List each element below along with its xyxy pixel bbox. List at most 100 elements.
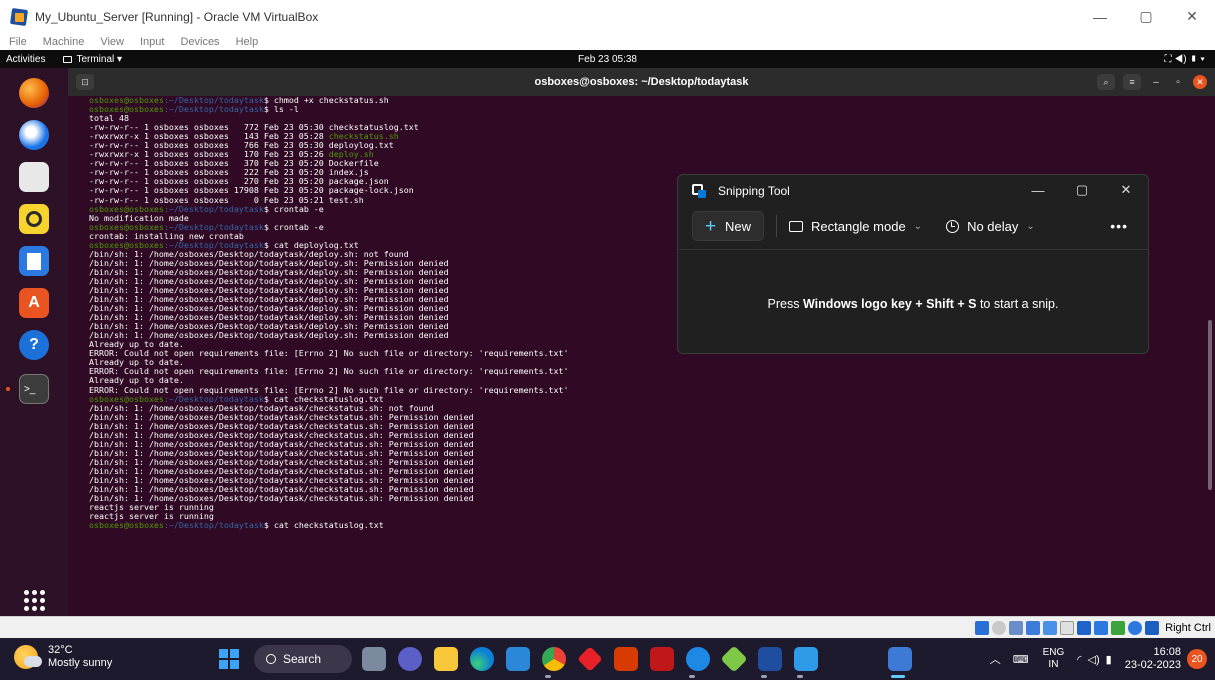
microsoft-store-icon[interactable] [506,647,530,671]
terminal-prompt-line: osboxes@osboxes:~/Desktop/todaytask$ ls … [89,104,299,115]
app-menu-label: Terminal ▾ [76,53,123,65]
windows-taskbar: 32°C Mostly sunny Search ︿ ⌨ ENG IN ◜ ◁)… [0,638,1215,680]
minimize-button[interactable]: — [1077,0,1123,33]
partly-sunny-icon [14,645,42,669]
windows-start-icon[interactable] [219,649,239,669]
volume-icon[interactable]: ◁) [1088,653,1100,666]
search-label: Search [283,652,322,666]
menu-devices[interactable]: Devices [180,36,219,48]
help-icon[interactable]: ? [19,330,49,360]
clock-icon [946,219,960,233]
terminal-app-menu[interactable]: Terminal ▾ [63,54,122,65]
terminal-scrollbar[interactable] [1208,320,1212,490]
window-title: My_Ubuntu_Server [Running] - Oracle VM V… [35,9,319,24]
office-icon[interactable] [614,647,638,671]
cpu-icon[interactable] [1111,620,1126,635]
chevron-up-icon[interactable]: ︿ [990,651,1001,667]
menu-file[interactable]: File [9,36,27,48]
display-icon[interactable] [1077,620,1092,635]
menu-view[interactable]: View [100,36,124,48]
new-tab-icon[interactable]: ⊡ [76,74,94,90]
snip-delay-dropdown[interactable]: No delay ⌄ [946,219,1035,234]
hard-disk-icon[interactable] [975,620,990,635]
task-view-icon[interactable] [362,647,386,671]
system-tray-menu[interactable]: ⛶ ◀) ▮ ▾ [1165,54,1205,65]
snip-delay-label: No delay [967,218,1019,234]
edge-icon[interactable] [470,647,494,671]
terminal-menu-icon[interactable]: ≡ [1123,74,1141,90]
taskbar-search-button[interactable]: Search [254,645,352,673]
file-explorer-icon[interactable] [434,647,458,671]
wifi-icon[interactable]: ◜ [1077,653,1081,666]
mcafee-icon[interactable] [650,647,674,671]
new-snip-button[interactable]: + New [692,211,764,241]
vscode-icon[interactable] [686,647,710,671]
snip-maximize-icon[interactable]: ▢ [1060,175,1104,205]
terminal-title: osboxes@osboxes: ~/Desktop/todaytask [534,76,749,88]
rectangle-mode-icon [789,220,803,232]
chrome-icon[interactable] [542,647,566,671]
toolbar-separator [776,215,777,237]
files-icon[interactable] [19,162,49,192]
more-options-button[interactable]: ••• [1110,218,1128,234]
terminal-icon[interactable]: >_ [19,374,49,404]
restore-button[interactable]: ▢ [1123,0,1169,33]
terminal-minimize-icon[interactable]: – [1149,77,1163,88]
snipping-tool-taskbar-icon[interactable] [888,647,912,671]
usb-icon[interactable] [1043,620,1058,635]
terminal-output-line: /bin/sh: 1: /home/osboxes/Desktop/todayt… [89,493,474,504]
battery-icon[interactable]: ▮ [1106,653,1112,666]
language-indicator[interactable]: ENG IN [1043,647,1065,671]
host-key-label: Right Ctrl [1165,621,1211,634]
snip-close-icon[interactable]: ✕ [1104,175,1148,205]
virtualbox-taskbar-icon[interactable] [758,647,782,671]
notification-badge[interactable]: 20 [1187,649,1207,669]
snip-mode-dropdown[interactable]: Rectangle mode ⌄ [789,219,922,234]
app-running-indicator [545,675,551,678]
terminal-prompt-line: osboxes@osboxes:~/Desktop/todaytask$ cat… [89,520,384,531]
gnome-clock[interactable]: Feb 23 05:38 [578,54,637,65]
weather-widget[interactable]: 32°C Mostly sunny [14,644,112,670]
libreoffice-writer-icon[interactable] [19,246,49,276]
app-running-indicator [797,675,803,678]
audio-icon[interactable] [1009,620,1024,635]
snip-mode-label: Rectangle mode [811,218,906,234]
photos-icon[interactable] [794,647,818,671]
git-icon[interactable] [720,645,748,673]
virtualbox-logo-icon [9,7,29,26]
keyboard-icon[interactable]: ⌨ [1013,653,1029,666]
mouse-integration-icon[interactable] [1145,620,1160,635]
snipping-tool-title: Snipping Tool [718,184,790,198]
guest-additions-icon[interactable] [1128,620,1143,635]
terminal-maximize-icon[interactable]: ▫ [1171,77,1185,88]
snip-hint-text: Press Windows logo key + Shift + S to st… [767,297,1059,311]
weather-temp: 32°C [48,644,73,656]
search-icon [266,654,276,664]
show-applications-icon[interactable] [22,588,46,612]
menu-input[interactable]: Input [140,36,164,48]
terminal-output-line: ERROR: Could not open requirements file:… [89,366,569,377]
close-button[interactable]: ✕ [1169,0,1215,33]
snip-minimize-icon[interactable]: — [1016,175,1060,205]
optical-drive-icon[interactable] [992,620,1007,635]
rhythmbox-icon[interactable] [19,204,49,234]
thunderbird-icon[interactable] [19,120,49,150]
menu-machine[interactable]: Machine [43,36,85,48]
new-snip-label: New [725,218,752,234]
activities-button[interactable]: Activities [6,54,45,65]
firefox-icon[interactable] [19,78,49,108]
shared-folders-icon[interactable] [1060,620,1075,635]
chevron-down-icon: ⌄ [913,220,923,232]
network-icon[interactable] [1026,620,1041,635]
terminal-search-icon[interactable]: ⌕ [1097,74,1115,90]
software-center-icon[interactable]: A [19,288,49,318]
red-diamond-app-icon[interactable] [577,646,603,672]
terminal-close-icon[interactable]: ✕ [1193,75,1207,89]
menu-help[interactable]: Help [236,36,259,48]
vbox-statusbar: Right Ctrl [0,616,1215,638]
video-capture-icon[interactable] [1094,620,1109,635]
terminal-headerbar: ⊡ osboxes@osboxes: ~/Desktop/todaytask ⌕… [68,68,1215,96]
vbox-titlebar: My_Ubuntu_Server [Running] - Oracle VM V… [0,0,1215,33]
clock-date[interactable]: 16:08 23-02-2023 [1125,646,1181,672]
teams-chat-icon[interactable] [398,647,422,671]
